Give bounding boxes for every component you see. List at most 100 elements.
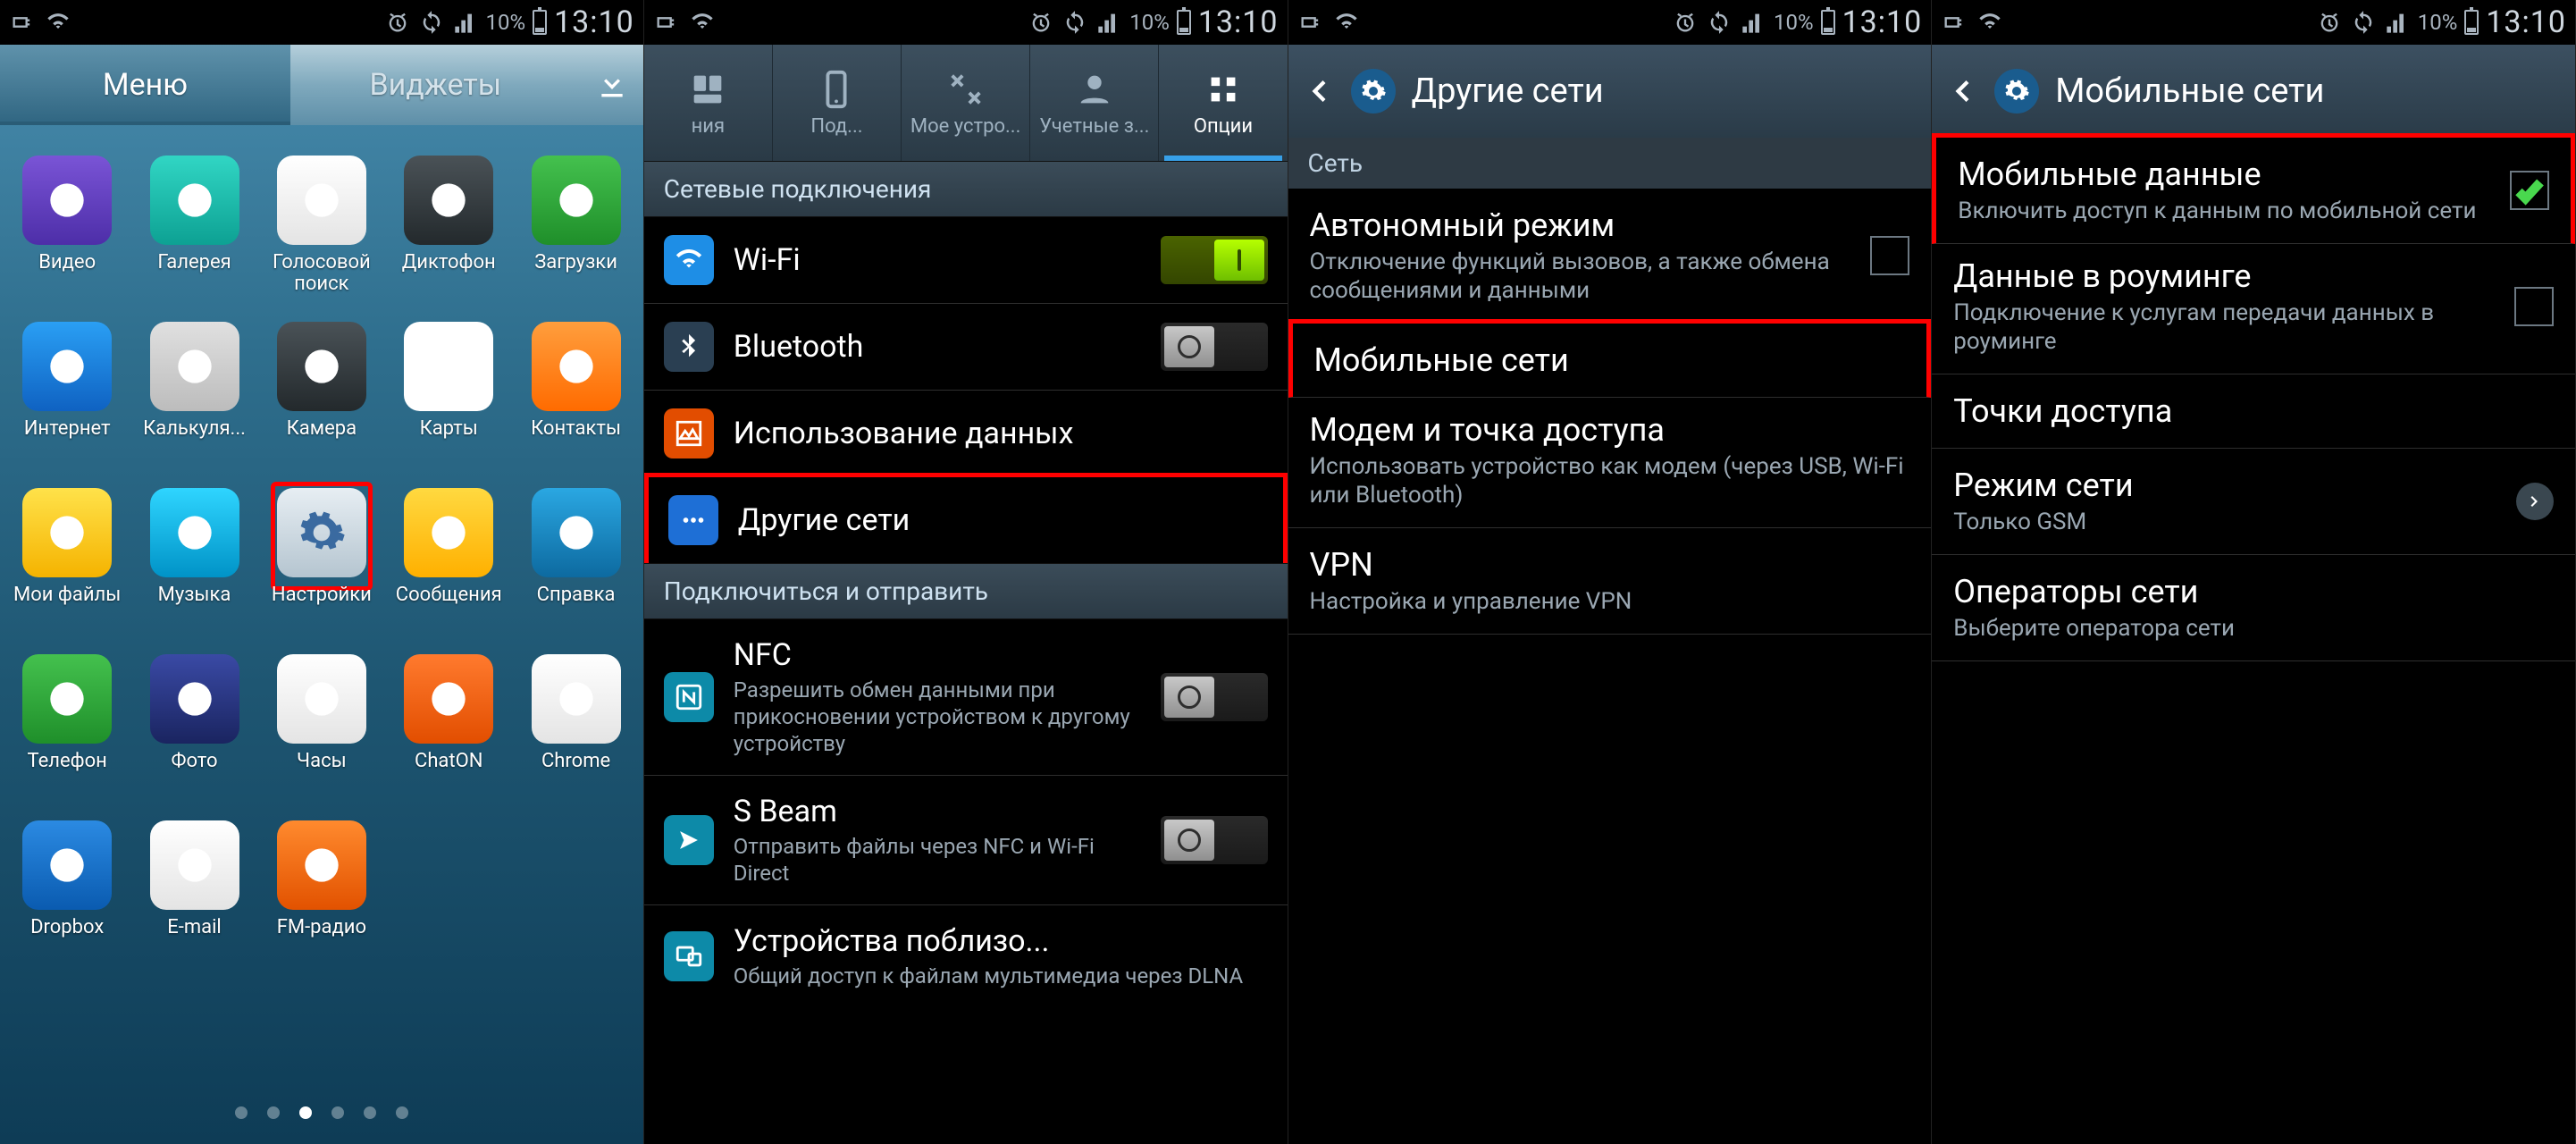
back-button[interactable] [1946, 75, 1978, 107]
app-label: Загрузки [534, 252, 617, 273]
tab-accounts[interactable]: Учетные з... [1030, 45, 1159, 161]
app-icon [404, 654, 493, 744]
clock: 13:10 [2486, 4, 2566, 40]
app-label: Фото [172, 751, 218, 772]
app-камера[interactable]: Камера [258, 322, 385, 488]
app-icon [277, 820, 366, 910]
roaming-checkbox[interactable] [2514, 287, 2554, 326]
app-chrome[interactable]: Chrome [512, 654, 639, 820]
airplane-checkbox[interactable] [1870, 236, 1909, 275]
settings-tabs: ния Под... Мое устро... Учетные з... Опц… [644, 45, 1288, 161]
row-vpn[interactable]: VPNНастройка и управление VPN [1288, 528, 1932, 635]
app-label: Калькуля... [143, 418, 246, 440]
row-mobile-networks[interactable]: Мобильные сети [1288, 319, 1932, 398]
app-icon [150, 654, 239, 744]
status-bar: 10% 13:10 [0, 0, 643, 45]
app-label: Карты [420, 418, 478, 440]
download-button[interactable] [581, 45, 643, 125]
app-карты[interactable]: Карты [385, 322, 512, 488]
settings-status-icon [9, 9, 36, 36]
row-airplane[interactable]: Автономный режимОтключение функций вызов… [1288, 189, 1932, 324]
app-label: Часы [297, 751, 347, 772]
app-icon [150, 156, 239, 245]
app-сообщения[interactable]: Сообщения [385, 488, 512, 654]
app-fm-радио[interactable]: FM-радио [258, 820, 385, 987]
tab-connections[interactable]: ния [644, 45, 773, 161]
app-справка[interactable]: Справка [512, 488, 639, 654]
signal-icon [1095, 9, 1122, 36]
app-label: Dropbox [30, 917, 104, 938]
app-label: Голосовой поиск [264, 252, 380, 295]
row-operators[interactable]: Операторы сетиВыберите оператора сети [1932, 555, 2575, 661]
app-label: Телефон [28, 751, 107, 772]
alarm-icon [2316, 9, 2343, 36]
app-label: Chrome [541, 751, 610, 772]
page-dots [0, 1106, 643, 1119]
app-часы[interactable]: Часы [258, 654, 385, 820]
battery-icon [533, 10, 547, 35]
wifi-toggle[interactable] [1161, 236, 1268, 284]
row-wifi[interactable]: Wi-Fi [644, 217, 1288, 304]
app-icon [277, 654, 366, 744]
app-chaton[interactable]: ChatON [385, 654, 512, 820]
row-roaming[interactable]: Данные в роумингеПодключение к услугам п… [1932, 240, 2575, 374]
settings-icon [1994, 69, 2039, 114]
app-icon [22, 654, 112, 744]
row-sbeam[interactable]: S BeamОтправить файлы через NFC и Wi-Fi … [644, 776, 1288, 905]
app-e-mail[interactable]: E-mail [130, 820, 257, 987]
row-tethering[interactable]: Модем и точка доступаИспользовать устрой… [1288, 393, 1932, 528]
row-mobile-data[interactable]: Мобильные данныеВключить доступ к данным… [1932, 133, 2575, 244]
row-data-usage[interactable]: Использование данных [644, 391, 1288, 477]
status-bar: 10% 13:10 [644, 0, 1288, 45]
section-network: Сетевые подключения [644, 161, 1288, 217]
app-калькуля-[interactable]: Калькуля... [130, 322, 257, 488]
wifi-status-icon [1976, 9, 2003, 36]
app-голосовой-поиск[interactable]: Голосовой поиск [258, 156, 385, 322]
app-icon [404, 156, 493, 245]
app-label: ChatON [415, 751, 482, 772]
app-интернет[interactable]: Интернет [4, 322, 130, 488]
app-icon [532, 322, 621, 411]
app-icon [22, 820, 112, 910]
row-bluetooth[interactable]: Bluetooth [644, 304, 1288, 391]
row-nfc[interactable]: NFCРазрешить обмен данными при прикоснов… [644, 619, 1288, 776]
app-контакты[interactable]: Контакты [512, 322, 639, 488]
tab-menu[interactable]: Меню [0, 45, 290, 125]
row-network-mode[interactable]: Режим сетиТолько GSM [1932, 449, 2575, 555]
app-icon [277, 488, 366, 577]
wifi-status-icon [689, 9, 716, 36]
app-музыка[interactable]: Музыка [130, 488, 257, 654]
app-фото[interactable]: Фото [130, 654, 257, 820]
app-label: Видео [38, 252, 96, 273]
row-more-networks[interactable]: Другие сети [644, 473, 1288, 568]
app-icon [150, 322, 239, 411]
app-телефон[interactable]: Телефон [4, 654, 130, 820]
app-видео[interactable]: Видео [4, 156, 130, 322]
app-загрузки[interactable]: Загрузки [512, 156, 639, 322]
battery-icon [2464, 10, 2479, 35]
back-button[interactable] [1303, 75, 1335, 107]
mobile-data-checkbox[interactable] [2510, 171, 2549, 210]
row-nearby[interactable]: Устройства поблизо...Общий доступ к файл… [644, 905, 1288, 1007]
tab-controls[interactable]: Мое устро... [902, 45, 1030, 161]
chevron-right-icon [2516, 483, 2554, 520]
app-галерея[interactable]: Галерея [130, 156, 257, 322]
signal-icon [452, 9, 479, 36]
header-mobile-networks: Мобильные сети [1932, 45, 2575, 138]
bt-toggle[interactable] [1161, 323, 1268, 371]
app-label: Музыка [158, 585, 231, 606]
tab-more[interactable]: Опции [1159, 45, 1287, 161]
tab-device[interactable]: Под... [773, 45, 902, 161]
app-dropbox[interactable]: Dropbox [4, 820, 130, 987]
sbeam-toggle[interactable] [1161, 816, 1268, 864]
app-диктофон[interactable]: Диктофон [385, 156, 512, 322]
screen-settings: 10% 13:10 ния Под... Мое устро... Учетны… [644, 0, 1288, 1144]
nfc-toggle[interactable] [1161, 673, 1268, 721]
alarm-icon [384, 9, 411, 36]
row-apn[interactable]: Точки доступа [1932, 374, 2575, 449]
tab-widgets[interactable]: Виджеты [290, 45, 581, 125]
sync-icon [1706, 9, 1733, 36]
app-настройки[interactable]: Настройки [258, 488, 385, 654]
app-мои-файлы[interactable]: Мои файлы [4, 488, 130, 654]
clock: 13:10 [554, 4, 634, 40]
